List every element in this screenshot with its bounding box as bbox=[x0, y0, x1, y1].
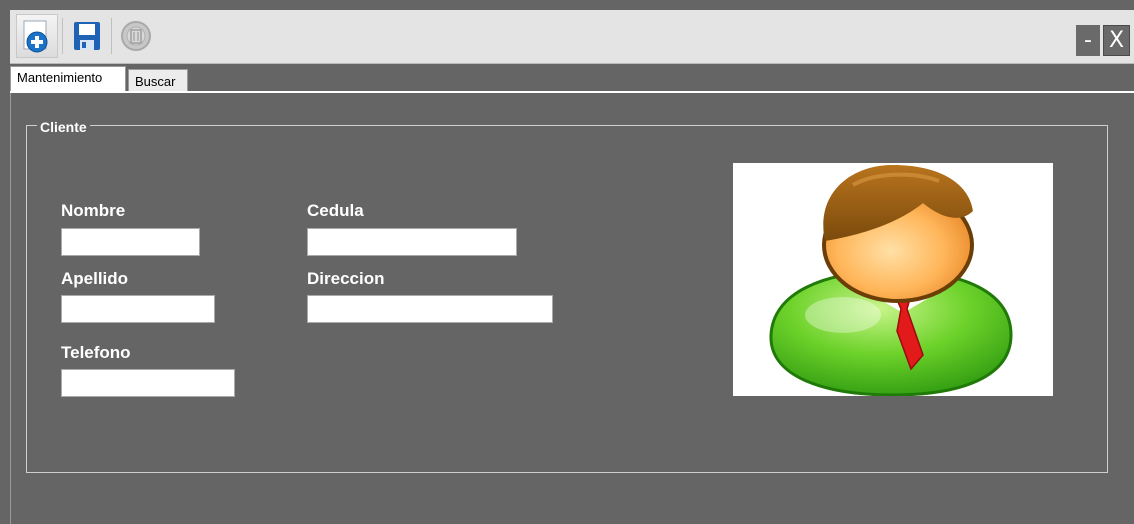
nombre-label: Nombre bbox=[61, 201, 126, 220]
telefono-label: Telefono bbox=[61, 343, 131, 362]
apellido-input[interactable] bbox=[61, 295, 215, 323]
apellido-label: Apellido bbox=[61, 269, 129, 288]
toolbar-separator bbox=[62, 18, 63, 54]
tab-strip: Mantenimiento Buscar bbox=[10, 63, 1134, 92]
save-button[interactable] bbox=[65, 14, 109, 58]
user-avatar-icon bbox=[769, 165, 1013, 397]
toolbar bbox=[10, 10, 1134, 64]
tab-underline bbox=[10, 91, 1134, 93]
minimize-button[interactable]: - bbox=[1076, 25, 1100, 56]
add-new-icon bbox=[23, 20, 48, 53]
delete-button[interactable] bbox=[114, 14, 158, 58]
nombre-input[interactable] bbox=[61, 228, 200, 256]
tab-buscar[interactable]: Buscar bbox=[128, 69, 188, 91]
groupbox-title: Cliente bbox=[37, 119, 90, 135]
tab-mantenimiento[interactable]: Mantenimiento bbox=[10, 66, 126, 92]
direccion-label: Direccion bbox=[307, 269, 385, 288]
panel-left-border bbox=[10, 93, 11, 524]
save-disk-icon bbox=[74, 22, 100, 50]
client-window: - X Mantenimiento Buscar Cliente Nombre … bbox=[0, 0, 1134, 524]
close-button[interactable]: X bbox=[1103, 25, 1130, 56]
cedula-input[interactable] bbox=[307, 228, 517, 256]
direccion-input[interactable] bbox=[307, 295, 553, 323]
cedula-label: Cedula bbox=[307, 201, 364, 220]
delete-disabled-icon bbox=[121, 21, 151, 51]
telefono-input[interactable] bbox=[61, 369, 235, 397]
new-button[interactable] bbox=[16, 14, 58, 58]
client-photo bbox=[733, 163, 1053, 397]
toolbar-separator bbox=[111, 18, 112, 54]
